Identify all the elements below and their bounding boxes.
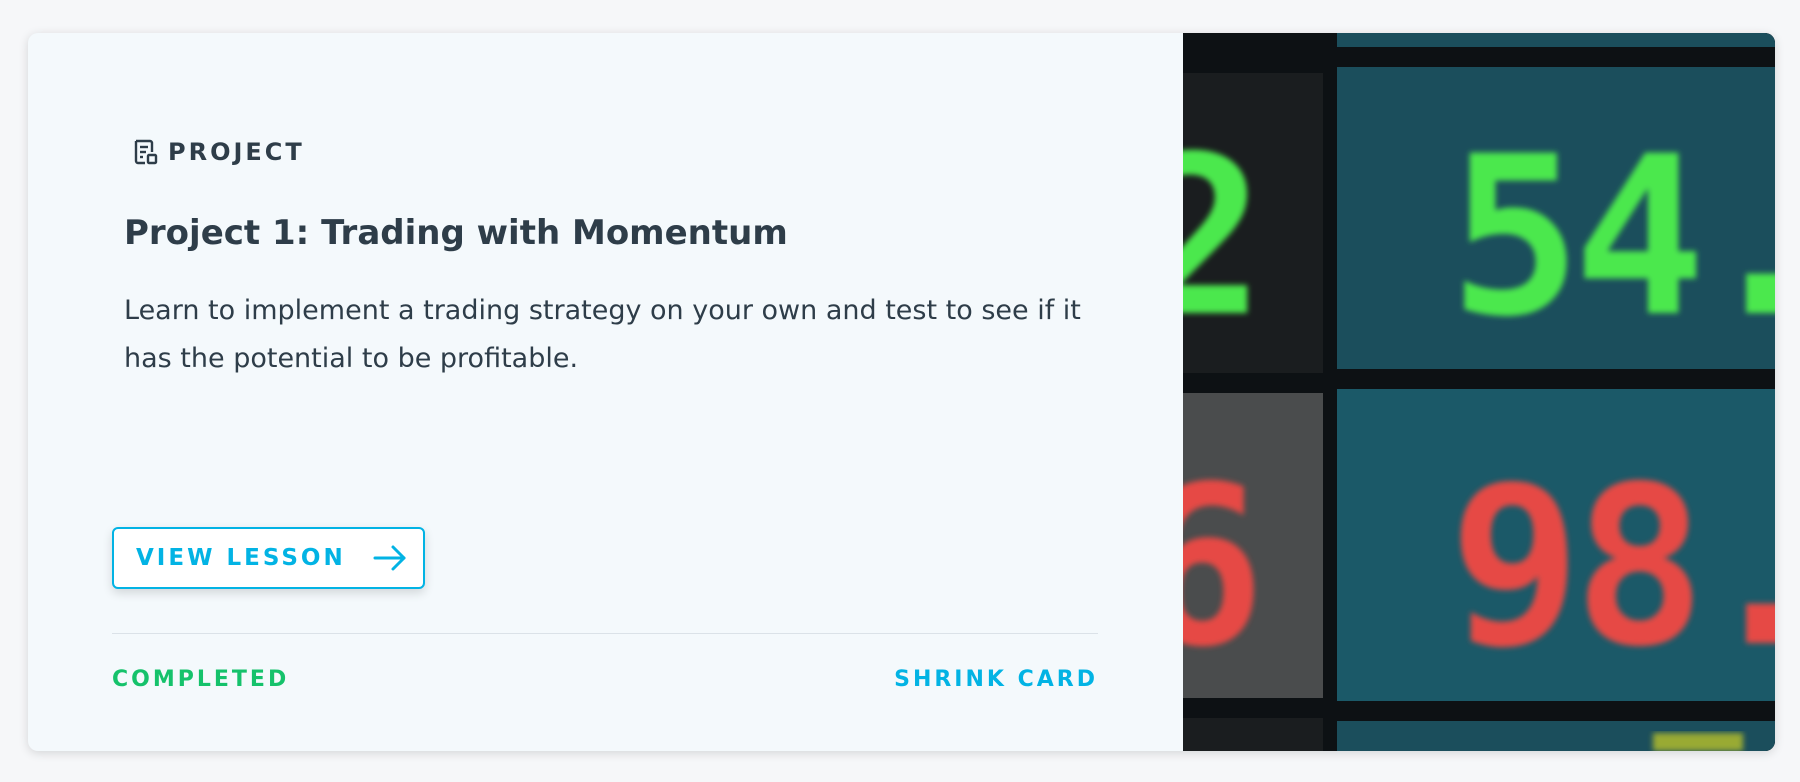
ticker-value-green: 54.32 [1449, 109, 1775, 365]
lesson-card: PROJECT Project 1: Trading with Momentum… [28, 33, 1775, 751]
card-summary: Learn to implement a trading strategy on… [124, 295, 1081, 374]
arrow-right-icon [372, 544, 408, 572]
card-kind-label: PROJECT [168, 138, 305, 166]
stock-ticker-image: 54.32 98.65 2 6 [1183, 33, 1775, 751]
ticker-partial-green: 2 [1183, 109, 1265, 365]
card-title: Project 1: Trading with Momentum [124, 213, 788, 253]
shrink-card-link[interactable]: SHRINK CARD [894, 667, 1098, 692]
ticker-value-red: 98.65 [1449, 439, 1775, 695]
ticker-partial-red: 6 [1183, 439, 1265, 695]
card-kind: PROJECT [132, 138, 305, 166]
project-document-icon [132, 138, 160, 166]
view-lesson-button[interactable]: VIEW LESSON [112, 527, 425, 589]
card-divider [112, 633, 1098, 634]
card-content: PROJECT Project 1: Trading with Momentum… [28, 33, 1183, 751]
view-lesson-label: VIEW LESSON [136, 545, 346, 571]
completed-status: COMPLETED [112, 667, 290, 692]
